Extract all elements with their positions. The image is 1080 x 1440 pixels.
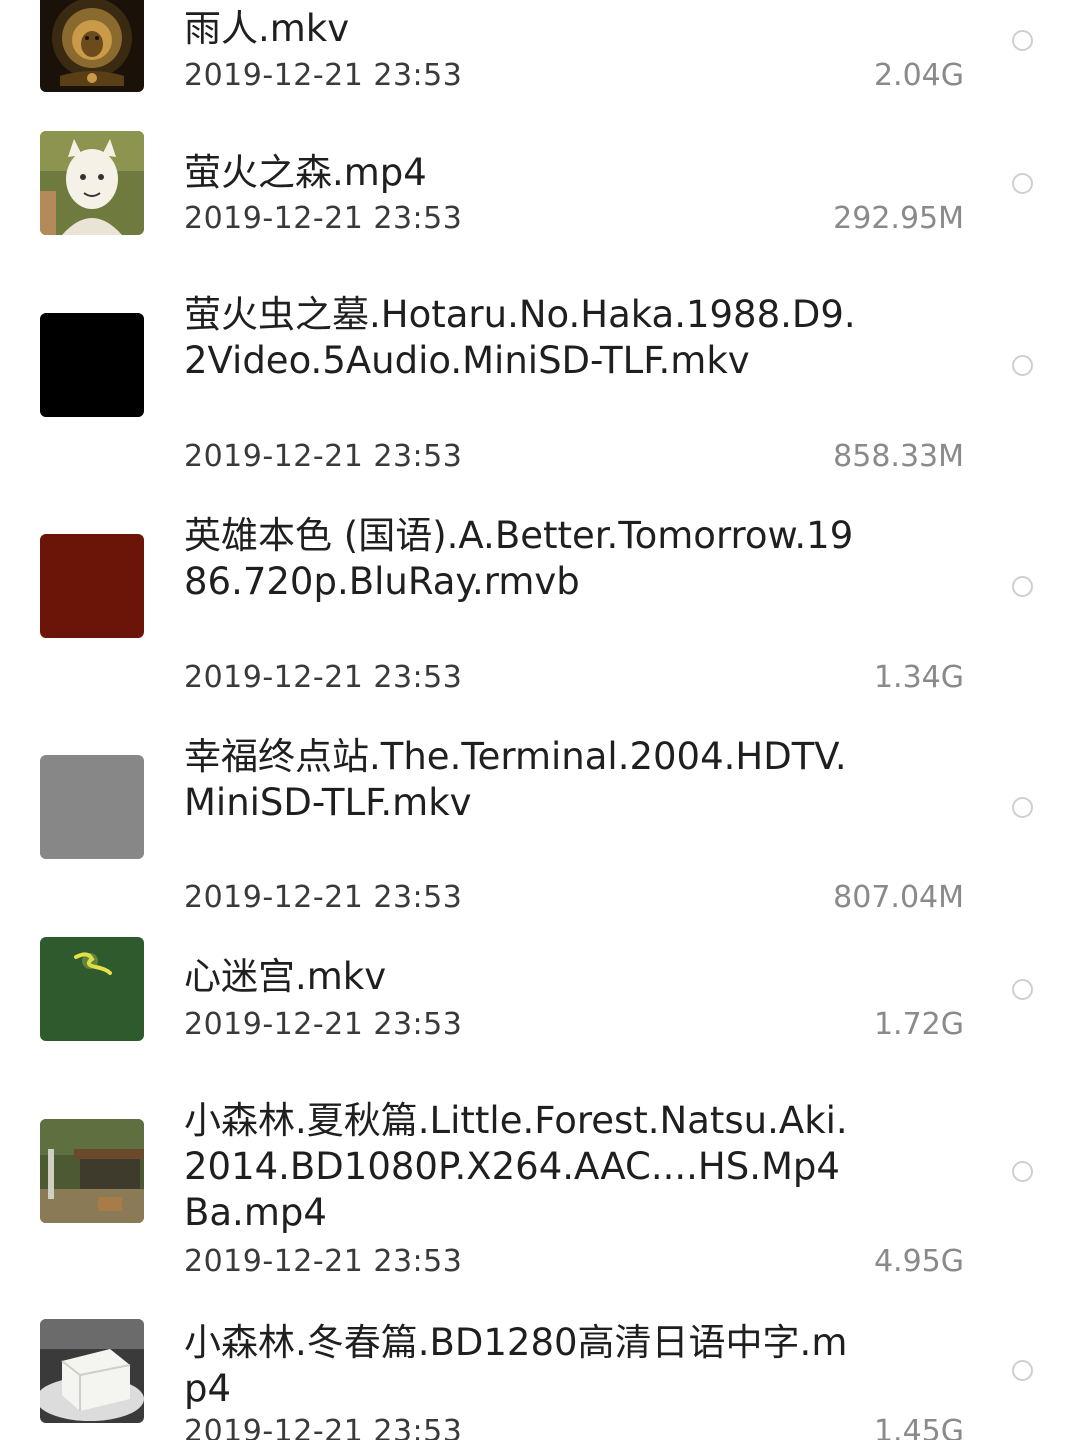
file-size: 1.45G — [873, 1414, 964, 1440]
green-frame-glow-thumbnail — [40, 937, 144, 1041]
file-date: 2019-12-21 23:53 — [184, 1244, 463, 1279]
file-row[interactable]: 心迷宫.mkv 2019-12-21 23:53 1.72G — [0, 934, 1080, 1064]
select-radio[interactable] — [1012, 979, 1033, 1000]
file-size: 807.04M — [833, 880, 964, 915]
file-date: 2019-12-21 23:53 — [184, 1007, 463, 1042]
file-row[interactable]: 萤火之森.mp4 2019-12-21 23:53 292.95M — [0, 128, 1080, 256]
select-radio[interactable] — [1012, 355, 1033, 376]
select-radio[interactable] — [1012, 576, 1033, 597]
select-radio[interactable] — [1012, 173, 1033, 194]
file-size: 1.72G — [873, 1007, 964, 1042]
file-size: 4.95G — [873, 1244, 964, 1279]
file-name: 心迷宫.mkv — [184, 955, 387, 998]
file-date: 2019-12-21 23:53 — [184, 880, 463, 915]
black-frame-thumbnail — [40, 313, 144, 417]
file-row[interactable]: 萤火虫之墓.Hotaru.No.Haka.1988.D9.2Video.5Aud… — [0, 290, 1080, 490]
file-name: 小森林.夏秋篇.Little.Forest.Natsu.Aki.2014.BD1… — [184, 1099, 848, 1234]
select-radio[interactable] — [1012, 1360, 1033, 1381]
anime-mask-character-thumbnail — [40, 131, 144, 235]
dark-red-frame-thumbnail — [40, 534, 144, 638]
file-name: 萤火虫之墓.Hotaru.No.Haka.1988.D9.2Video.5Aud… — [184, 293, 856, 382]
file-size: 2.04G — [873, 58, 964, 93]
file-list: 雨人.mkv 2019-12-21 23:53 2.04G 萤火之森.mp4 2… — [0, 0, 1080, 1440]
forest-house-thumbnail — [40, 1119, 144, 1223]
select-radio[interactable] — [1012, 1161, 1033, 1182]
file-row[interactable]: 小森林.冬春篇.BD1280高清日语中字.mp4 2019-12-21 23:5… — [0, 1318, 1080, 1440]
file-row[interactable]: 小森林.夏秋篇.Little.Forest.Natsu.Aki.2014.BD1… — [0, 1096, 1080, 1296]
file-date: 2019-12-21 23:53 — [184, 1414, 463, 1440]
file-size: 1.34G — [873, 660, 964, 695]
file-row[interactable]: 雨人.mkv 2019-12-21 23:53 2.04G — [0, 0, 1080, 110]
file-date: 2019-12-21 23:53 — [184, 660, 463, 695]
file-name: 雨人.mkv — [184, 7, 350, 50]
file-size: 858.33M — [833, 439, 964, 474]
mgm-lion-logo-thumbnail — [40, 0, 144, 92]
file-date: 2019-12-21 23:53 — [184, 201, 463, 236]
file-date: 2019-12-21 23:53 — [184, 58, 463, 93]
file-date: 2019-12-21 23:53 — [184, 439, 463, 474]
tofu-block-thumbnail — [40, 1319, 144, 1423]
file-name: 幸福终点站.The.Terminal.2004.HDTV.MiniSD-TLF.… — [184, 735, 847, 824]
file-name: 英雄本色 (国语).A.Better.Tomorrow.1986.720p.Bl… — [184, 514, 854, 603]
file-row[interactable]: 幸福终点站.The.Terminal.2004.HDTV.MiniSD-TLF.… — [0, 732, 1080, 932]
select-radio[interactable] — [1012, 30, 1033, 51]
gray-frame-thumbnail — [40, 755, 144, 859]
file-row[interactable]: 英雄本色 (国语).A.Better.Tomorrow.1986.720p.Bl… — [0, 511, 1080, 711]
file-name: 小森林.冬春篇.BD1280高清日语中字.mp4 — [184, 1321, 848, 1410]
file-name: 萤火之森.mp4 — [184, 151, 427, 194]
file-size: 292.95M — [833, 201, 964, 236]
select-radio[interactable] — [1012, 797, 1033, 818]
